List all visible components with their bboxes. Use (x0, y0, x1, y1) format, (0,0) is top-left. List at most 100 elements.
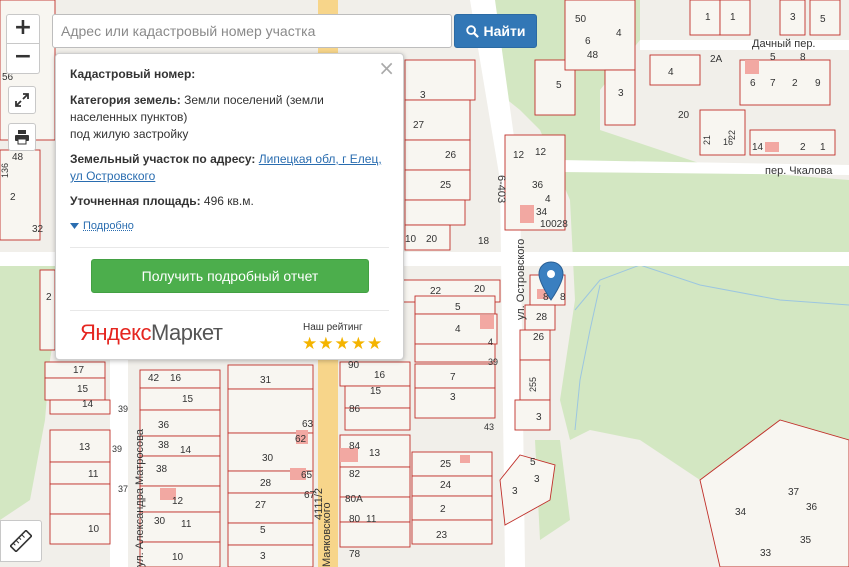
parcel-label: 2 (440, 504, 446, 515)
parcel-label: 10 (88, 524, 100, 535)
parcel-label: 13 (79, 442, 91, 453)
zoom-in-button[interactable]: + (6, 14, 40, 44)
parcel-label: 16 (374, 370, 386, 381)
get-report-button[interactable]: Получить подробный отчет (91, 259, 369, 293)
parcel-label: 4 (488, 337, 493, 347)
parcel-label: 30 (262, 453, 274, 464)
land-category-value: Земли поселений (земли (180, 93, 324, 107)
parcel-label: 11 (88, 469, 99, 480)
parcel-label: 15 (182, 394, 194, 405)
parcel-label: 80 (349, 514, 361, 525)
parcel-label: 24 (440, 480, 452, 491)
street-label-4111: 4111/2 (313, 488, 325, 520)
area-label: Уточненная площадь: (70, 194, 201, 208)
parcel-label: 20 (474, 284, 486, 295)
yandex-market-logo[interactable]: ЯндексМаркет (80, 320, 223, 346)
divider (70, 247, 389, 248)
parcel-label: 2 (46, 292, 52, 303)
parcel-label: 42 (148, 373, 160, 384)
parcel-label: 10 (405, 234, 417, 245)
parcel-area: Уточненная площадь: 496 кв.м. (70, 193, 387, 210)
star-icon: ★★★★★ (302, 334, 384, 354)
parcel-label: 26 (445, 150, 457, 161)
parcel-label: 38 (158, 440, 170, 451)
parcel-label: 39 (488, 357, 498, 367)
parcel-label: 4 (668, 67, 674, 78)
parcel-label: 37 (788, 487, 800, 498)
search-input[interactable] (52, 14, 452, 48)
zoom-out-button[interactable]: − (6, 44, 40, 74)
details-link: Подробно (83, 220, 134, 232)
parcel-label: 48 (587, 50, 599, 61)
parcel-label: 34 (536, 207, 548, 218)
parcel-label: 25 (440, 180, 452, 191)
parcel-label: 14 (180, 445, 192, 456)
chevron-down-icon (70, 222, 79, 229)
parcel-label: 8 (560, 292, 566, 303)
address-link[interactable]: Липецкая обл, г Елец, (259, 152, 382, 166)
parcel-label: 36 (532, 180, 544, 191)
parcel-label: 11 (181, 519, 192, 530)
parcel-label: 12 (172, 496, 184, 507)
parcel-label: 36 (806, 502, 818, 513)
parcel-label: 84 (349, 441, 361, 452)
parcel-label: 37 (118, 484, 128, 494)
parcel-label: 26 (533, 332, 545, 343)
parcel-label: 7 (450, 372, 456, 383)
parcel-label: 5 (556, 80, 562, 91)
parcel-label: 39 (112, 444, 122, 454)
parcel-label: 2 (800, 142, 806, 153)
fullscreen-icon (15, 93, 29, 107)
parcel-label: 25 (440, 459, 452, 470)
parcel-label: 5 (530, 457, 536, 468)
parcel-label: 4 (616, 28, 622, 39)
parcel-label: 20 (426, 234, 438, 245)
print-button[interactable] (8, 123, 36, 151)
parcel-label: 1 (705, 12, 711, 23)
parcel-label: 1 (730, 12, 736, 23)
parcel-label: 80А (345, 494, 363, 505)
street-label-403: 6-403 (495, 175, 507, 203)
address-label: Земельный участок по адресу: (70, 152, 256, 166)
print-icon (15, 130, 29, 145)
land-category: Категория земель: Земли поселений (земли… (70, 92, 387, 143)
parcel-label: 31 (260, 375, 272, 386)
parcel-label: 34 (735, 507, 747, 518)
land-category-value: населенных пунктов) (70, 110, 188, 124)
fullscreen-button[interactable] (8, 86, 36, 114)
parcel-label: 16 (723, 137, 733, 147)
parcel-label: 8 (800, 52, 806, 63)
address-link[interactable]: ул Островского (70, 169, 155, 183)
parcel-label: 33 (760, 548, 772, 559)
parcel-label: 14 (82, 399, 94, 410)
parcel-label: 12 (513, 150, 525, 161)
parcel-label: 17 (73, 365, 85, 376)
parcel-label: 6 (585, 36, 591, 47)
parcel-label: 2А (710, 54, 723, 65)
search-icon (465, 24, 479, 38)
land-category-value: под жилую застройку (70, 127, 189, 141)
parcel-label: 32 (32, 224, 44, 235)
parcel-label: 86 (349, 404, 361, 415)
search-button[interactable]: Найти (454, 14, 537, 48)
rating-label: Наш рейтинг (303, 322, 363, 333)
area-value: 496 кв.м. (200, 194, 254, 208)
parcel-label: 3 (512, 486, 518, 497)
parcel-label: 63 (302, 419, 314, 430)
ruler-button[interactable] (0, 520, 42, 562)
ruler-icon (10, 530, 32, 552)
details-toggle[interactable]: Подробно (70, 220, 134, 232)
parcel-label: 3 (618, 88, 624, 99)
street-label-dachny: Дачный пер. (752, 38, 816, 50)
parcel-label: 13 (369, 448, 381, 459)
parcel-label: 11 (366, 514, 377, 525)
parcel-label: 48 (12, 152, 24, 163)
ad-brand-ya: Яндекс (80, 320, 151, 345)
parcel-label: 39 (118, 404, 128, 414)
parcel-label: 27 (255, 500, 267, 511)
parcel-address: Земельный участок по адресу: Липецкая об… (70, 151, 387, 185)
parcel-label: 5 (260, 525, 266, 536)
parcel-label: 90 (348, 360, 360, 371)
parcel-label: 1 (820, 142, 826, 153)
parcel-label: 38 (156, 464, 168, 475)
